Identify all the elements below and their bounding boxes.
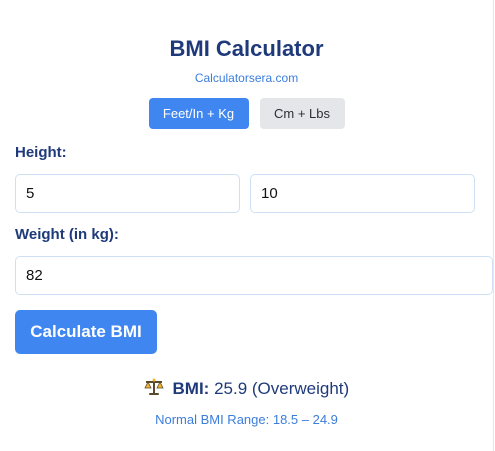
height-inches-input[interactable] bbox=[250, 174, 475, 213]
calculate-bmi-button[interactable]: Calculate BMI bbox=[15, 310, 157, 354]
bmi-result: BMI: 25.9 (Overweight) bbox=[0, 378, 493, 401]
bmi-calculator-card: BMI Calculator Calculatorsera.com Feet/I… bbox=[0, 0, 494, 451]
balance-scale-icon bbox=[144, 378, 164, 401]
tab-feet-in-kg[interactable]: Feet/In + Kg bbox=[148, 98, 249, 129]
height-feet-input[interactable] bbox=[15, 174, 240, 213]
height-label: Height: bbox=[15, 144, 67, 161]
weight-input[interactable] bbox=[15, 256, 493, 295]
normal-range-text: Normal BMI Range: 18.5 – 24.9 bbox=[155, 412, 338, 427]
tab-cm-lbs[interactable]: Cm + Lbs bbox=[259, 98, 345, 129]
bmi-result-label: BMI: bbox=[172, 379, 210, 398]
bmi-result-value: 25.9 (Overweight) bbox=[214, 379, 350, 398]
site-name: Calculatorsera.com bbox=[194, 71, 299, 85]
page-title: BMI Calculator bbox=[169, 36, 324, 61]
unit-tabs: Feet/In + Kg Cm + Lbs bbox=[0, 98, 493, 129]
weight-label: Weight (in kg): bbox=[15, 226, 119, 243]
